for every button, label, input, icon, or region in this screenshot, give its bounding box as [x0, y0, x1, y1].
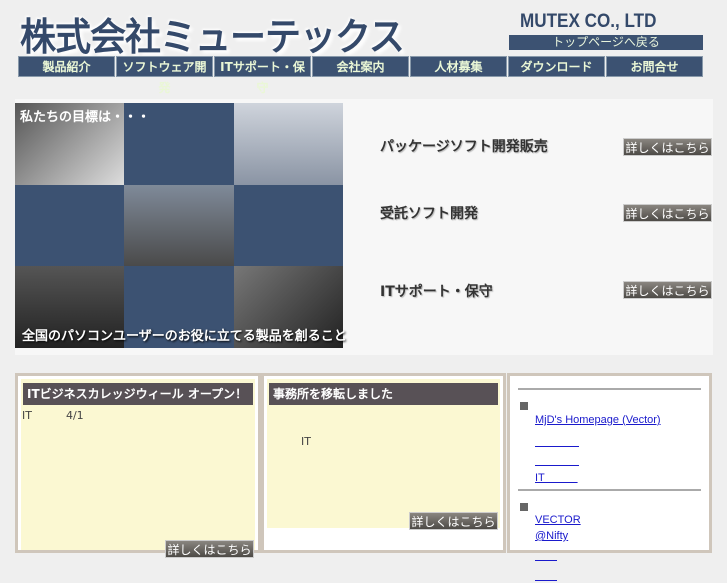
link[interactable]	[535, 570, 557, 582]
details-button[interactable]: 詳しくはこちら	[623, 281, 712, 299]
news-text: IT	[22, 409, 32, 422]
nav-software[interactable]: ソフトウェア開発	[116, 56, 213, 95]
news-title: ITビジネスカレッジウィール オープン！	[23, 383, 253, 405]
hero-image	[15, 103, 343, 348]
divider	[518, 489, 701, 491]
hero-caption-bottom: 全国のパソコンユーザーのお役に立てる製品を創ること	[22, 329, 347, 344]
link-mjd[interactable]: MjD's Homepage (Vector)	[535, 414, 661, 426]
nav-it-support[interactable]: ITサポート・保守	[214, 56, 311, 95]
link[interactable]	[535, 436, 579, 448]
service-contract: 受託ソフト開発	[380, 206, 478, 222]
nav-download[interactable]: ダウンロード	[508, 56, 605, 77]
news-panel-2: 事務所を移転しました IT 詳しくはこちら	[261, 373, 506, 553]
news-text: IT	[301, 435, 311, 448]
link-vector[interactable]: VECTOR	[535, 514, 581, 526]
nav-company[interactable]: 会社案内	[312, 56, 409, 77]
nav-contact[interactable]: お問合せ	[606, 56, 703, 77]
main-nav: 製品紹介 ソフトウェア開発 ITサポート・保守 会社案内 人材募集 ダウンロード…	[18, 56, 703, 95]
news-title: 事務所を移転しました	[269, 383, 498, 405]
details-button[interactable]: 詳しくはこちら	[409, 512, 498, 530]
link-it[interactable]: IT	[535, 472, 578, 484]
service-it-support: ITサポート・保守	[380, 284, 493, 300]
service-package: パッケージソフト開発販売	[380, 139, 548, 155]
news-panel-1: ITビジネスカレッジウィール オープン！ IT 4/1 詳しくはこちら	[15, 373, 261, 558]
details-button[interactable]: 詳しくはこちら	[623, 138, 712, 156]
nav-products[interactable]: 製品紹介	[18, 56, 115, 77]
divider	[518, 388, 701, 390]
company-logo: 株式会社ミューテックス	[20, 16, 405, 60]
links-panel: MjD's Homepage (Vector) IT VECTOR @Nifty	[507, 373, 712, 553]
link-nifty[interactable]: @Nifty	[535, 530, 568, 542]
link[interactable]	[535, 455, 579, 467]
brand-logo: MUTEX CO., LTD	[520, 11, 657, 32]
bullet-icon	[520, 503, 528, 511]
news-date: 4/1	[65, 409, 84, 422]
nav-recruit[interactable]: 人材募集	[410, 56, 507, 77]
details-button[interactable]: 詳しくはこちら	[165, 540, 254, 558]
link[interactable]	[535, 550, 557, 562]
hero-caption-top: 私たちの目標は・・・	[20, 110, 151, 125]
top-page-link[interactable]: トップページへ戻る	[509, 35, 703, 50]
details-button[interactable]: 詳しくはこちら	[623, 204, 712, 222]
